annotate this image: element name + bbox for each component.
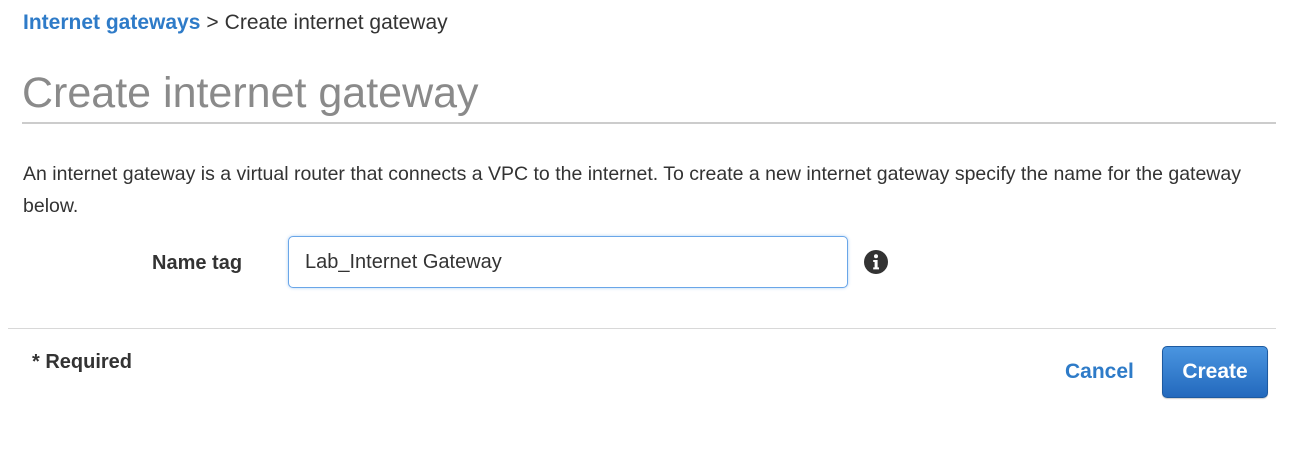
name-tag-input[interactable] bbox=[288, 236, 848, 288]
footer-divider bbox=[8, 328, 1276, 329]
required-note: * Required bbox=[32, 351, 133, 373]
title-divider bbox=[22, 122, 1276, 124]
cancel-button[interactable]: Cancel bbox=[1065, 359, 1134, 385]
page-title: Create internet gateway bbox=[22, 69, 479, 117]
create-button[interactable]: Create bbox=[1162, 346, 1268, 398]
name-tag-label: Name tag bbox=[152, 252, 243, 274]
breadcrumb-separator: > bbox=[206, 11, 219, 34]
page-description: An internet gateway is a virtual router … bbox=[23, 163, 1241, 217]
info-circle-icon[interactable] bbox=[864, 250, 888, 274]
breadcrumb-link-internet-gateways[interactable]: Internet gateways bbox=[23, 11, 200, 34]
create-internet-gateway-page: Internet gateways > Create internet gatewa… bbox=[0, 0, 1294, 460]
breadcrumb-current: Create internet gateway bbox=[224, 11, 448, 34]
breadcrumb: Internet gateways > Create internet gatewa… bbox=[23, 10, 448, 36]
